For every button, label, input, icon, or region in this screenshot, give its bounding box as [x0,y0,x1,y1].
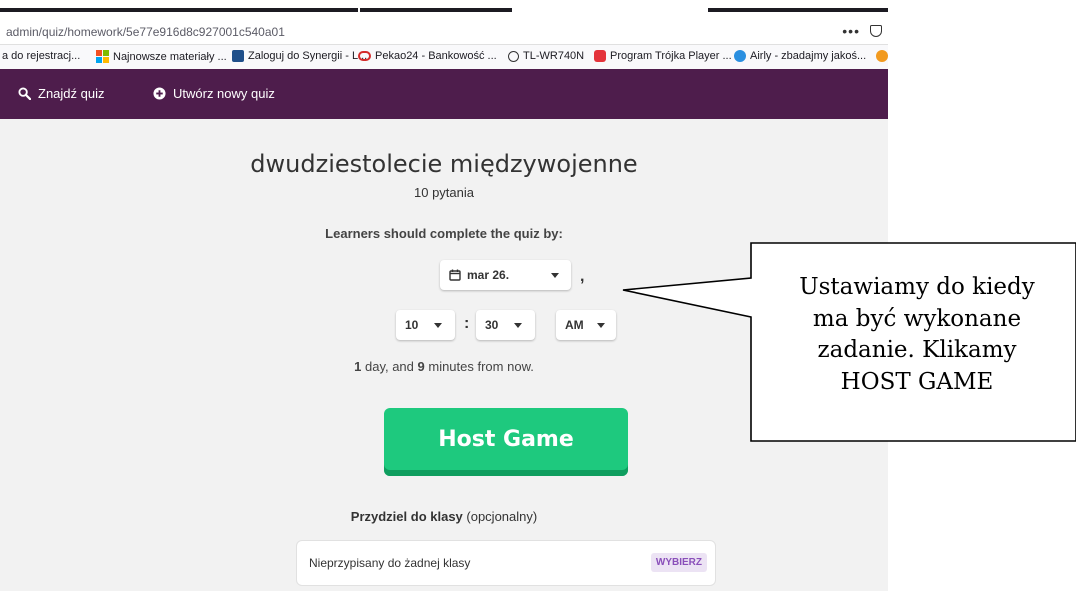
relative-time: 1 day, and 9 minutes from now. [0,359,888,374]
globe-icon [508,50,519,62]
nav-find-quiz-label: Znajdź quiz [38,86,105,101]
callout-line: HOST GAME [840,368,994,395]
assign-class-title: Przydziel do klasy [350,509,463,524]
bookmark-item[interactable]: Program Trójka Player ... [594,50,732,62]
calendar-icon [449,269,461,281]
quiz-title: dwudziestolecie międzywojenne [250,150,638,178]
date-picker[interactable]: mar 26. [440,260,571,290]
tab-strip [0,0,888,22]
tab-inactive-right[interactable] [708,8,888,12]
assign-class-optional: (opcjonalny) [462,509,538,524]
search-icon [18,87,31,100]
bookmark-label: Pekao24 - Bankowość ... [375,50,497,62]
bookmark-item[interactable]: a do rejestracj... [2,50,80,62]
relative-minutes: 9 [417,359,425,374]
date-separator: , [580,268,585,285]
browser-window: admin/quiz/homework/5e77e916d8c927001c54… [0,0,888,591]
bookmark-label: Zaloguj do Synergii - L... [248,50,368,62]
radio-icon [594,50,606,62]
class-placeholder: Nieprzypisany do żadnej klasy [309,556,471,570]
callout-text: Ustawiamy do kiedy ma być wykonane zadan… [758,272,1076,398]
nav-create-quiz-label: Utwórz nowy quiz [173,86,275,101]
chevron-down-icon [551,273,559,278]
nav-find-quiz[interactable]: Znajdź quiz [18,86,104,101]
extension-icon [876,50,888,62]
hour-select[interactable]: 10 [396,310,455,340]
windows-icon [96,50,109,63]
bookmark-item[interactable]: Pekao24 - Bankowość ... [358,50,497,62]
librus-icon [232,50,244,62]
ampm-select[interactable]: AM [556,310,616,340]
choose-class-button[interactable]: WYBIERZ [650,553,707,572]
host-game-button[interactable]: Host Game [384,408,628,476]
minute-select[interactable]: 30 [476,310,535,340]
plus-circle-icon [153,87,166,100]
ampm-value: AM [565,318,584,332]
callout-line: ma być wykonane [812,305,1022,332]
chevron-down-icon [597,323,605,328]
callout-line: Ustawiamy do kiedy [799,274,1035,300]
bookmark-item[interactable]: Zaloguj do Synergii - L... [232,50,367,62]
app-navbar: Znajdź quiz Utwórz nowy quiz [0,69,888,119]
question-count: 10 pytania [414,185,474,200]
bookmark-label: Program Trójka Player ... [610,50,732,62]
assign-class-label: Przydziel do klasy (opcjonalny) [0,509,888,524]
address-bar[interactable]: admin/quiz/homework/5e77e916d8c927001c54… [0,22,888,45]
pekao-icon [358,51,371,61]
bookmark-label: a do rejestracj... [2,50,81,62]
deadline-label: Learners should complete the quiz by: [325,226,563,241]
bookmark-label: Airly - zbadajmy jakoś... [750,50,867,62]
relative-mid: day, and [361,359,418,374]
chevron-down-icon [434,323,442,328]
pocket-icon[interactable] [870,25,882,37]
bookmark-item[interactable]: TL-WR740N [508,50,584,62]
date-value: mar 26. [467,268,510,282]
bookmark-label: TL-WR740N [523,50,585,62]
callout-line: zadanie. Klikamy [817,337,1017,363]
relative-end: minutes from now. [424,359,534,374]
bookmark-item[interactable]: Najnowsze materiały ... [96,50,227,63]
url-text[interactable]: admin/quiz/homework/5e77e916d8c927001c54… [6,25,285,39]
nav-create-quiz[interactable]: Utwórz nowy quiz [153,86,275,101]
page-actions-icon[interactable]: ••• [842,23,860,39]
class-selector[interactable]: Nieprzypisany do żadnej klasy WYBIERZ [296,540,716,586]
time-separator: : [464,315,470,332]
bookmark-label: Najnowsze materiały ... [113,50,227,63]
bookmark-item[interactable]: Airly - zbadajmy jakoś... [734,50,866,62]
tab-inactive-middle[interactable] [360,8,512,12]
airly-icon [734,50,746,62]
bookmarks-toolbar: a do rejestracj... Najnowsze materiały .… [0,45,888,69]
chevron-down-icon [514,323,522,328]
tab-inactive-left[interactable] [0,8,358,12]
bookmark-item[interactable] [876,50,888,62]
minute-value: 30 [485,318,499,332]
hour-value: 10 [405,318,419,332]
